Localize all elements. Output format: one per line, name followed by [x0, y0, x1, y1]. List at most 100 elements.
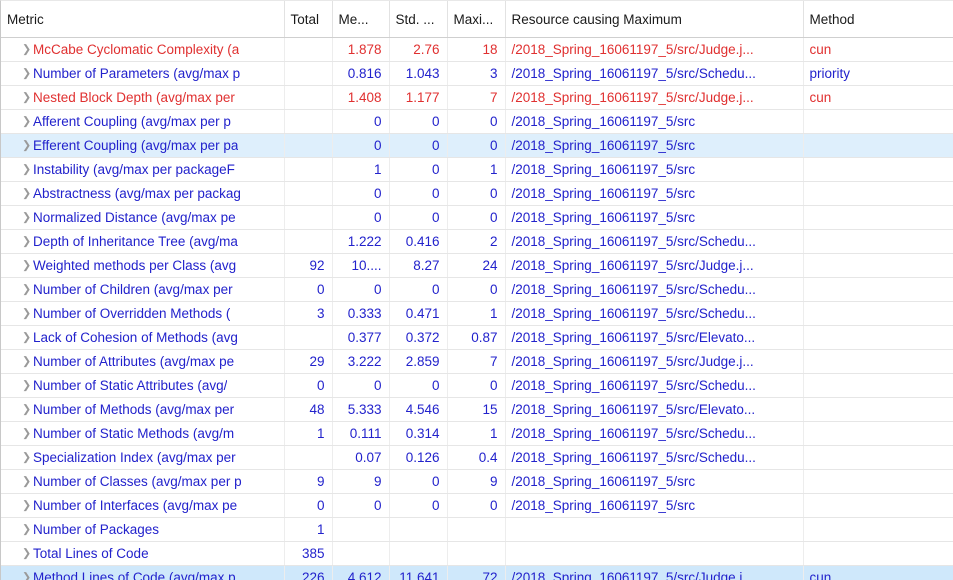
chevron-right-icon[interactable]: ❯ — [22, 236, 31, 247]
mean-cell: 0 — [332, 493, 390, 518]
maximum-cell: 1 — [447, 421, 506, 446]
metric-name-cell[interactable]: ❯ Instability (avg/max per packageF — [1, 157, 285, 182]
std-deviation-cell: 0.126 — [389, 445, 448, 470]
table-row[interactable]: ❯ Number of Interfaces (avg/max pe 0 0 0 0/20… — [1, 493, 953, 518]
table-row[interactable]: ❯ Instability (avg/max per packageF 1 0 1/20… — [1, 157, 953, 182]
table-row[interactable]: ❯ Normalized Distance (avg/max pe 0 0 0/2018… — [1, 205, 953, 230]
table-row[interactable]: ❯ Abstractness (avg/max per packag 0 0 0/201… — [1, 181, 953, 206]
chevron-right-icon[interactable]: ❯ — [22, 92, 31, 103]
metric-name-cell[interactable]: ❯ McCabe Cyclomatic Complexity (a — [1, 37, 285, 62]
column-header-mean[interactable]: Me... — [332, 1, 390, 38]
chevron-right-icon[interactable]: ❯ — [22, 524, 31, 535]
chevron-right-icon[interactable]: ❯ — [22, 476, 31, 487]
chevron-right-icon[interactable]: ❯ — [22, 332, 31, 343]
table-row[interactable]: ❯ Number of Children (avg/max per 0 0 0 0/201… — [1, 277, 953, 302]
column-header-total[interactable]: Total — [284, 1, 333, 38]
metric-name-cell[interactable]: ❯ Weighted methods per Class (avg — [1, 253, 285, 278]
total-cell — [284, 325, 333, 350]
metric-label: Number of Static Methods (avg/m — [33, 425, 235, 441]
maximum-cell: 0 — [447, 493, 506, 518]
column-header-maximum[interactable]: Maxi... — [447, 1, 506, 38]
chevron-right-icon[interactable]: ❯ — [22, 572, 31, 580]
metric-name-cell[interactable]: ❯ Efferent Coupling (avg/max per pa — [1, 133, 285, 158]
table-row[interactable]: ❯ McCabe Cyclomatic Complexity (a 1.878 2.7… — [1, 37, 953, 62]
metric-name-cell[interactable]: ❯ Number of Children (avg/max per — [1, 277, 285, 302]
resource-cell: /2018_Spring_16061197_5/src/Judge.j... — [505, 253, 804, 278]
table-row[interactable]: ❯ Method Lines of Code (avg/max p 226 4.612… — [1, 565, 953, 580]
chevron-right-icon[interactable]: ❯ — [22, 356, 31, 367]
table-row[interactable]: ❯ Number of Static Attributes (avg/0 0 0 0/2… — [1, 373, 953, 398]
metric-name-cell[interactable]: ❯ Number of Parameters (avg/max p — [1, 61, 285, 86]
table-row[interactable]: ❯ Number of Parameters (avg/max p 0.816 1.0… — [1, 61, 953, 86]
std-deviation-cell: 1.177 — [389, 85, 448, 110]
resource-cell — [505, 541, 804, 566]
table-row[interactable]: ❯ Nested Block Depth (avg/max per 1.408 1.1… — [1, 85, 953, 110]
table-row[interactable]: ❯ Depth of Inheritance Tree (avg/ma 1.222 0… — [1, 229, 953, 254]
metric-name-cell[interactable]: ❯ Number of Attributes (avg/max pe — [1, 349, 285, 374]
table-row[interactable]: ❯ Afferent Coupling (avg/max per p 0 0 0/201… — [1, 109, 953, 134]
metric-name-cell[interactable]: ❯ Afferent Coupling (avg/max per p — [1, 109, 285, 134]
metric-name-cell[interactable]: ❯ Number of Static Attributes (avg/ — [1, 373, 285, 398]
chevron-right-icon[interactable]: ❯ — [22, 500, 31, 511]
table-row[interactable]: ❯ Efferent Coupling (avg/max per pa 0 0 0/20… — [1, 133, 953, 158]
metric-name-cell[interactable]: ❯ Number of Classes (avg/max per p — [1, 469, 285, 494]
table-row[interactable]: ❯ Number of Overridden Methods (3 0.333 0.4… — [1, 301, 953, 326]
std-deviation-cell — [389, 541, 448, 566]
maximum-cell: 0 — [447, 133, 506, 158]
chevron-right-icon[interactable]: ❯ — [22, 380, 31, 391]
chevron-right-icon[interactable]: ❯ — [22, 452, 31, 463]
metric-name-cell[interactable]: ❯ Normalized Distance (avg/max pe — [1, 205, 285, 230]
chevron-right-icon[interactable]: ❯ — [22, 308, 31, 319]
chevron-right-icon[interactable]: ❯ — [22, 68, 31, 79]
std-deviation-cell: 0.471 — [389, 301, 448, 326]
metric-name-cell[interactable]: ❯ Total Lines of Code — [1, 541, 285, 566]
mean-cell: 4.612 — [332, 565, 390, 580]
metric-label: Number of Methods (avg/max per — [33, 401, 235, 417]
metric-name-cell[interactable]: ❯ Depth of Inheritance Tree (avg/ma — [1, 229, 285, 254]
metrics-table-view[interactable]: Metric Total Me... Std. ... Maxi... Reso… — [0, 0, 953, 580]
chevron-right-icon[interactable]: ❯ — [22, 260, 31, 271]
metric-name-cell[interactable]: ❯ Number of Static Methods (avg/m — [1, 421, 285, 446]
chevron-right-icon[interactable]: ❯ — [22, 284, 31, 295]
metric-name-cell[interactable]: ❯ Method Lines of Code (avg/max p — [1, 565, 285, 580]
method-cell — [803, 301, 953, 326]
metric-name-cell[interactable]: ❯ Abstractness (avg/max per packag — [1, 181, 285, 206]
metric-label: Number of Parameters (avg/max p — [33, 65, 241, 81]
metric-name-cell[interactable]: ❯ Specialization Index (avg/max per — [1, 445, 285, 470]
chevron-right-icon[interactable]: ❯ — [22, 116, 31, 127]
table-row[interactable]: ❯ Number of Static Methods (avg/m 1 0.111 0.… — [1, 421, 953, 446]
metric-name-cell[interactable]: ❯ Number of Interfaces (avg/max pe — [1, 493, 285, 518]
table-row[interactable]: ❯ Number of Classes (avg/max per p 9 9 0 9/20… — [1, 469, 953, 494]
chevron-right-icon[interactable]: ❯ — [22, 212, 31, 223]
metric-name-cell[interactable]: ❯ Number of Methods (avg/max per — [1, 397, 285, 422]
table-row[interactable]: ❯ Number of Methods (avg/max per 48 5.333 4.… — [1, 397, 953, 422]
table-row[interactable]: ❯ Weighted methods per Class (avg 92 10....… — [1, 253, 953, 278]
column-header-resource-causing-maximum[interactable]: Resource causing Maximum — [505, 1, 804, 38]
table-row[interactable]: ❯ Number of Packages 1 — [1, 517, 953, 542]
column-header-metric[interactable]: Metric — [1, 1, 285, 38]
metric-name-cell[interactable]: ❯ Number of Overridden Methods ( — [1, 301, 285, 326]
metric-name-cell[interactable]: ❯ Nested Block Depth (avg/max per — [1, 85, 285, 110]
chevron-right-icon[interactable]: ❯ — [22, 404, 31, 415]
chevron-right-icon[interactable]: ❯ — [22, 548, 31, 559]
maximum-cell: 2 — [447, 229, 506, 254]
table-row[interactable]: ❯ Specialization Index (avg/max per 0.07 0.… — [1, 445, 953, 470]
total-cell: 29 — [284, 349, 333, 374]
table-row[interactable]: ❯ Lack of Cohesion of Methods (avg 0.377 0.… — [1, 325, 953, 350]
chevron-right-icon[interactable]: ❯ — [22, 428, 31, 439]
metric-name-cell[interactable]: ❯ Number of Packages — [1, 517, 285, 542]
table-row[interactable]: ❯ Number of Attributes (avg/max pe 29 3.222… — [1, 349, 953, 374]
maximum-cell: 0.87 — [447, 325, 506, 350]
chevron-right-icon[interactable]: ❯ — [22, 140, 31, 151]
column-header-std-deviation[interactable]: Std. ... — [389, 1, 448, 38]
total-cell — [284, 205, 333, 230]
chevron-right-icon[interactable]: ❯ — [22, 44, 31, 55]
maximum-cell: 1 — [447, 301, 506, 326]
chevron-right-icon[interactable]: ❯ — [22, 164, 31, 175]
resource-cell: /2018_Spring_16061197_5/src — [505, 181, 804, 206]
maximum-cell: 18 — [447, 37, 506, 62]
metric-name-cell[interactable]: ❯ Lack of Cohesion of Methods (avg — [1, 325, 285, 350]
column-header-method[interactable]: Method — [803, 1, 953, 38]
chevron-right-icon[interactable]: ❯ — [22, 188, 31, 199]
table-row[interactable]: ❯ Total Lines of Code 385 — [1, 541, 953, 566]
